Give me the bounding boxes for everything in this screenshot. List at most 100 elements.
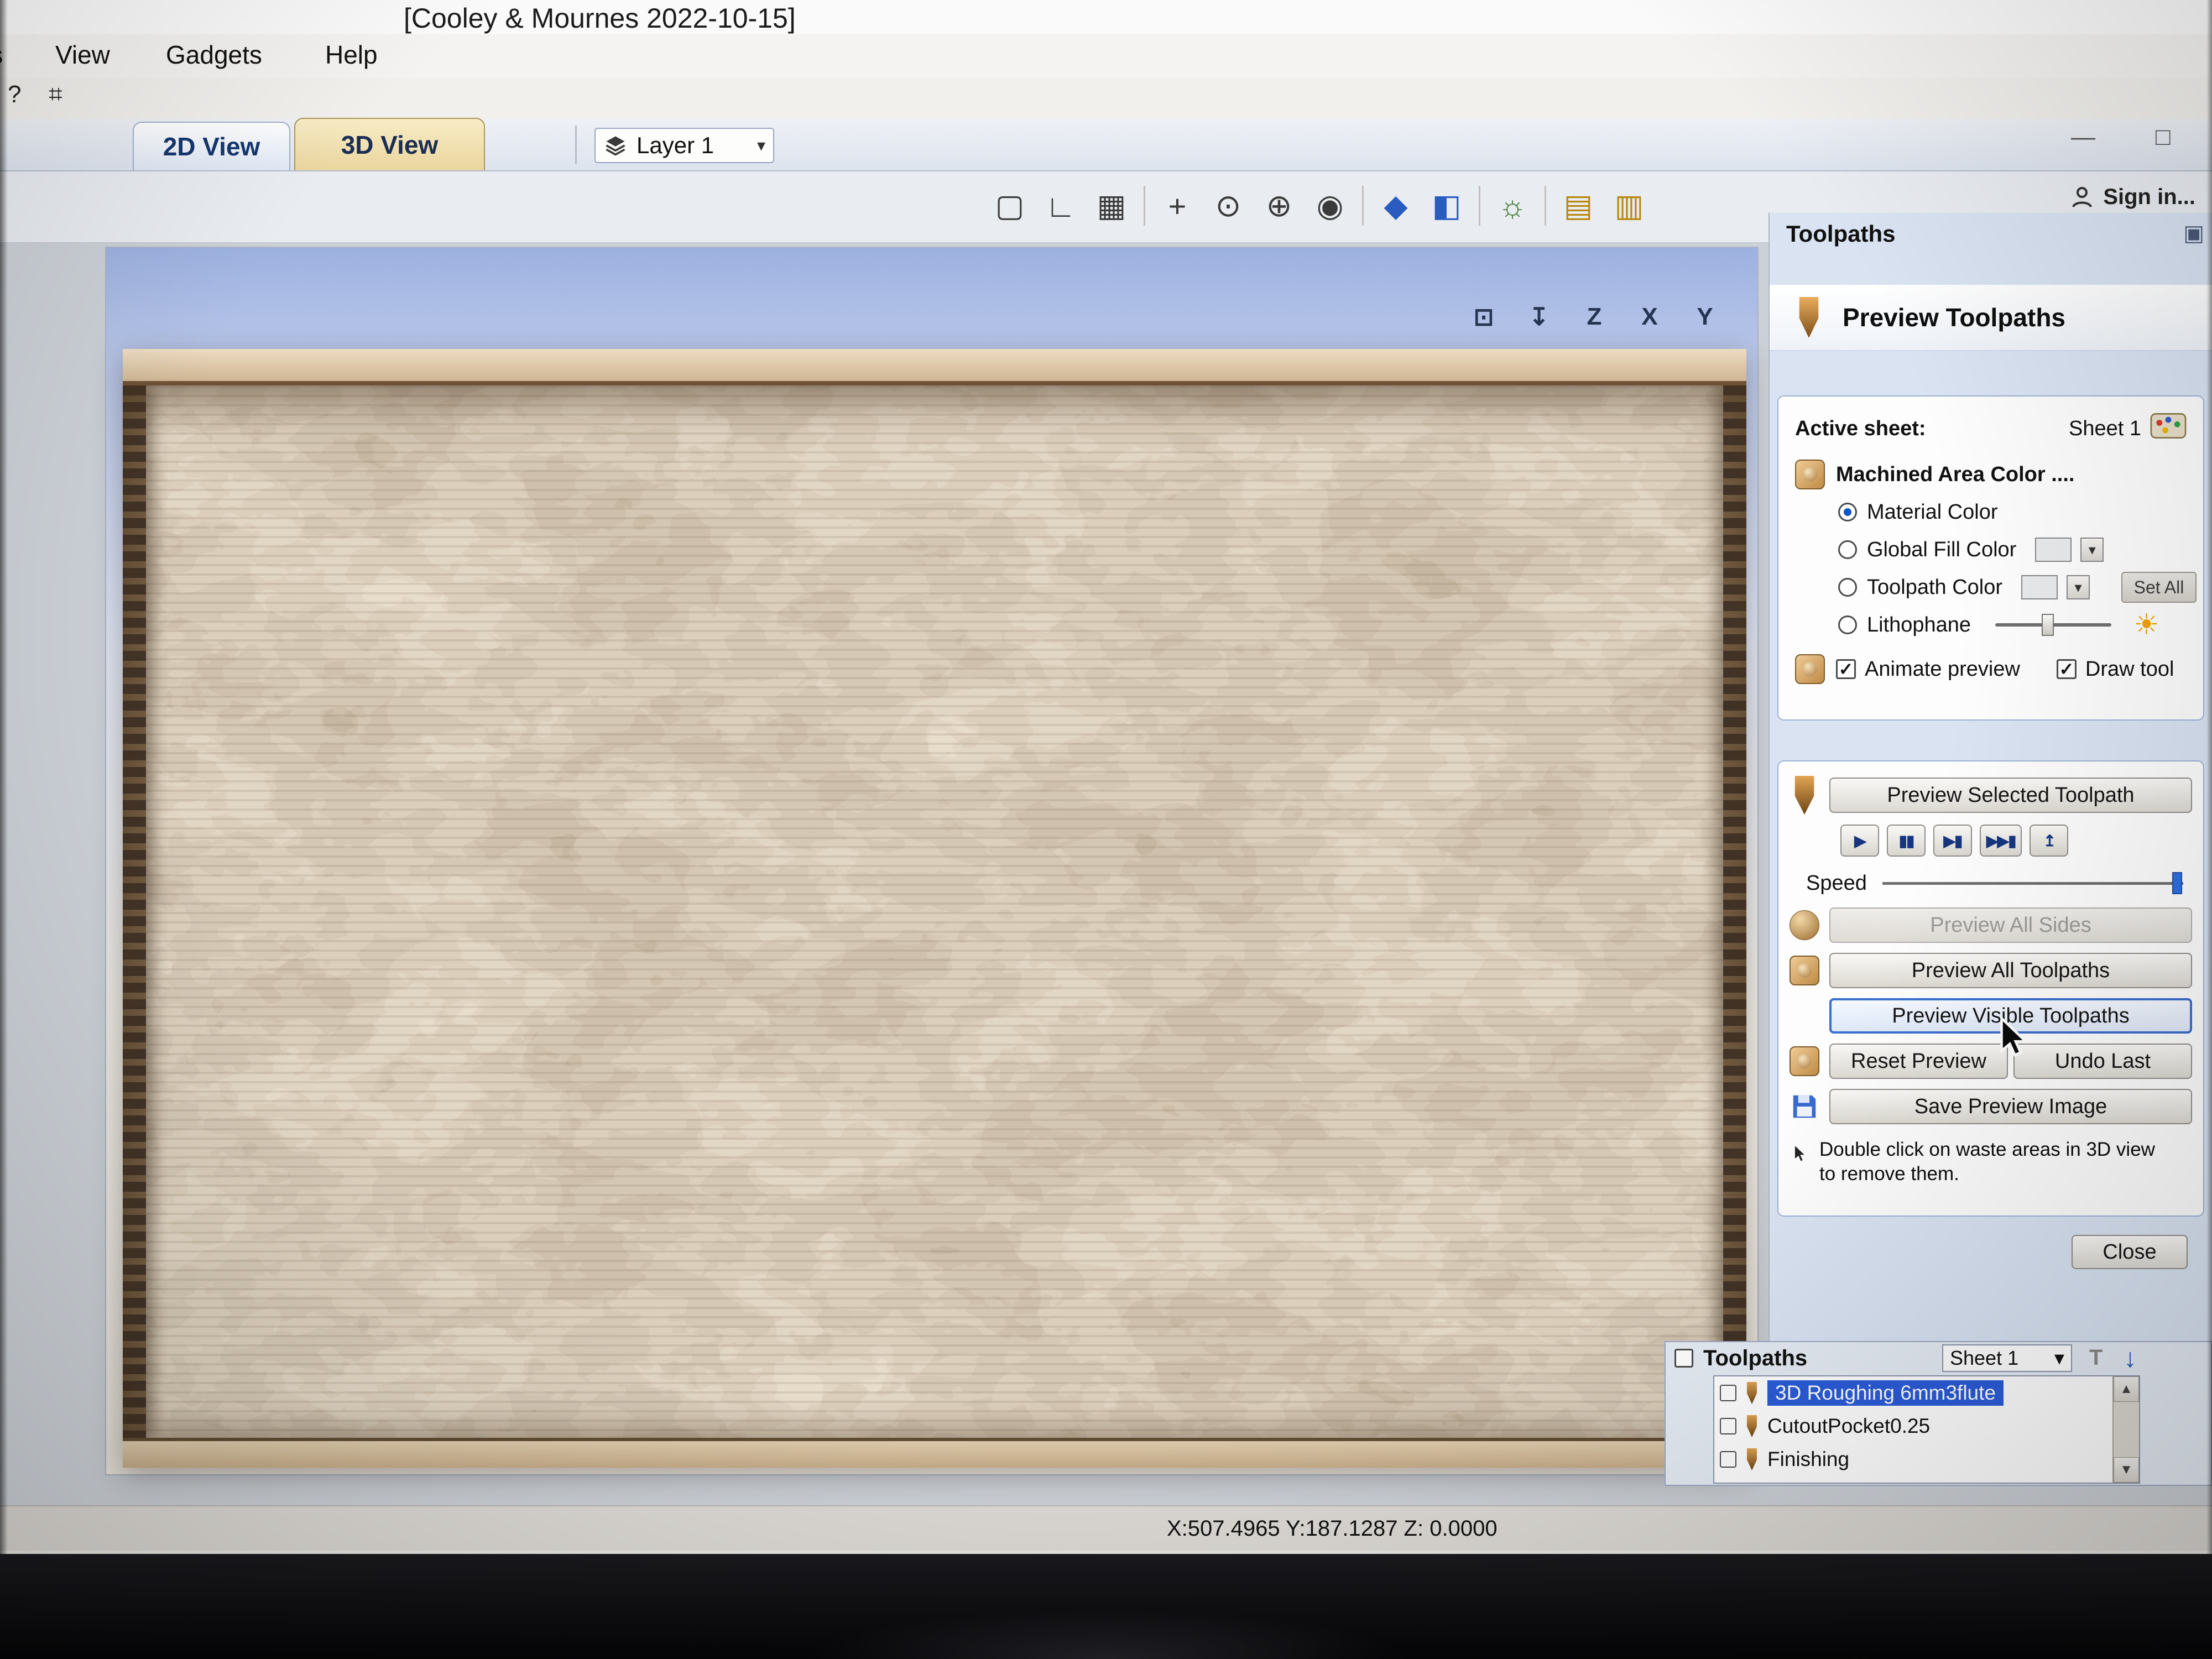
machined-material-preview[interactable] bbox=[123, 349, 1746, 1468]
save-preview-image-button[interactable]: Save Preview Image bbox=[1829, 1089, 2192, 1124]
sheet-dropdown-value: Sheet 1 bbox=[1950, 1347, 2019, 1369]
minimize-button[interactable]: — bbox=[2071, 123, 2095, 151]
play-button[interactable]: ▶ bbox=[1840, 825, 1879, 857]
monitor-bezel bbox=[0, 1554, 2212, 1659]
sheet-layers-icon[interactable]: ▤ bbox=[1553, 179, 1604, 232]
global-fill-color-radio[interactable] bbox=[1838, 540, 1857, 559]
menu-item-gadgets[interactable]: Gadgets bbox=[166, 40, 262, 70]
run-to-end-button[interactable]: ↥ bbox=[2030, 825, 2069, 857]
shading-mode-icon[interactable]: ◧ bbox=[1421, 179, 1472, 232]
material-color-radio[interactable] bbox=[1838, 503, 1857, 521]
toolpaths-panel: Toolpaths ▣ Preview Toolpaths Active she… bbox=[1768, 213, 2212, 1482]
menu-item-view[interactable]: View bbox=[55, 40, 110, 70]
toolpath-list-item[interactable]: Finishing bbox=[1714, 1443, 2139, 1476]
speed-slider-handle[interactable] bbox=[2172, 872, 2183, 894]
list-scrollbar[interactable]: ▲ ▼ bbox=[2112, 1376, 2139, 1483]
tab-3d-view[interactable]: 3D View bbox=[294, 118, 485, 170]
tab-2d-view[interactable]: 2D View bbox=[133, 122, 290, 170]
view-tab-row: 2D View 3D View Layer 1 ▾ — □ bbox=[0, 118, 2212, 171]
toolpath-item-label[interactable]: Finishing bbox=[1767, 1448, 1849, 1471]
rotate-view-icon[interactable]: ◆ bbox=[1370, 179, 1421, 232]
chevron-down-icon: ▾ bbox=[757, 136, 765, 155]
toolpath-checkbox[interactable] bbox=[1720, 1451, 1736, 1468]
mouse-cursor bbox=[2000, 1015, 2029, 1057]
lighting-icon[interactable]: ☼ bbox=[1487, 179, 1538, 232]
toolpath-tree-section: Toolpaths Sheet 1 ▾ T ↓ 3D Roughing 6mm3… bbox=[1665, 1341, 2212, 1486]
active-sheet-value[interactable]: Sheet 1 bbox=[2069, 417, 2141, 441]
draw-tool-checkbox[interactable] bbox=[2056, 659, 2077, 679]
global-fill-color-caret[interactable]: ▾ bbox=[2080, 538, 2104, 562]
y-axis-view-icon[interactable]: Y bbox=[1687, 298, 1723, 336]
speed-slider[interactable] bbox=[1882, 872, 2183, 894]
sub-toolbar: ? ⌗ bbox=[0, 77, 2212, 119]
scroll-up-icon[interactable]: ▲ bbox=[2114, 1376, 2139, 1402]
pan-view-icon[interactable]: + bbox=[1152, 179, 1203, 232]
lithophane-label: Lithophane bbox=[1867, 613, 1971, 637]
preview-selected-toolpath-button[interactable]: Preview Selected Toolpath bbox=[1829, 778, 2192, 813]
hint-line-1: Double click on waste areas in 3D view bbox=[1819, 1139, 2155, 1160]
lithophane-slider-handle[interactable] bbox=[2041, 614, 2054, 636]
z-axis-view-icon[interactable]: Z bbox=[1576, 298, 1613, 336]
move-down-icon[interactable]: ↓ bbox=[2124, 1343, 2137, 1374]
3d-view[interactable]: ⊡ ↧ Z X Y bbox=[105, 247, 1759, 1475]
toolpaths-master-checkbox[interactable] bbox=[1674, 1349, 1693, 1368]
speed-label: Speed bbox=[1806, 871, 1867, 895]
sign-in-button[interactable]: Sign in... bbox=[2069, 184, 2195, 210]
snap-settings-icon[interactable]: ∟ bbox=[1035, 179, 1086, 232]
animate-preview-label: Animate preview bbox=[1865, 657, 2020, 681]
animate-preview-checkbox[interactable] bbox=[1836, 659, 1856, 679]
all-toolpaths-icon bbox=[1790, 956, 1819, 985]
maximize-button[interactable]: □ bbox=[2156, 123, 2171, 151]
help-icon[interactable]: ? bbox=[8, 81, 21, 108]
close-button[interactable]: Close bbox=[2072, 1235, 2188, 1269]
zoom-in-icon[interactable]: ⊕ bbox=[1254, 179, 1305, 232]
reset-preview-button[interactable]: Reset Preview bbox=[1829, 1044, 2008, 1079]
zoom-window-icon[interactable]: ⊙ bbox=[1203, 179, 1254, 232]
toolpath-color-caret[interactable]: ▾ bbox=[2067, 575, 2090, 599]
scroll-down-icon[interactable]: ▼ bbox=[2114, 1457, 2139, 1483]
status-bar: X:507.4965 Y:187.1287 Z: 0.0000 bbox=[0, 1505, 2212, 1551]
toolpath-checkbox[interactable] bbox=[1720, 1385, 1736, 1401]
preview-all-toolpaths-button[interactable]: Preview All Toolpaths bbox=[1829, 953, 2192, 988]
menu-item-partial[interactable]: s bbox=[0, 40, 3, 70]
view-settings-icon[interactable]: ▥ bbox=[1604, 179, 1655, 232]
pause-button[interactable]: ▮▮ bbox=[1887, 825, 1926, 857]
toolpath-template-icon[interactable]: T bbox=[2089, 1345, 2103, 1370]
window-title: [Cooley & Mournes 2022-10-15] bbox=[404, 3, 796, 34]
monitor-screen: [Cooley & Mournes 2022-10-15] s View Gad… bbox=[0, 0, 2212, 1554]
layer-selector[interactable]: Layer 1 ▾ bbox=[594, 128, 774, 163]
save-floppy-icon bbox=[1790, 1092, 1819, 1121]
carved-relief-surface[interactable] bbox=[123, 385, 1746, 1438]
grid-toggle-icon[interactable]: ▦ bbox=[1086, 179, 1137, 232]
palette-icon[interactable] bbox=[2150, 411, 2187, 446]
toolpath-list-item[interactable]: 3D Roughing 6mm3flute bbox=[1714, 1376, 2139, 1410]
zoom-selected-icon[interactable]: ◉ bbox=[1305, 179, 1355, 232]
toolpath-checkbox[interactable] bbox=[1720, 1418, 1736, 1434]
toolpath-item-label[interactable]: CutoutPocket0.25 bbox=[1767, 1415, 1930, 1438]
toolpath-color-radio[interactable] bbox=[1838, 578, 1857, 597]
toolpath-list-item[interactable]: CutoutPocket0.25 bbox=[1714, 1410, 2139, 1443]
panel-options-icon[interactable]: ▣ bbox=[2183, 221, 2204, 246]
pin-icon[interactable]: ⌗ bbox=[49, 81, 62, 108]
undo-last-button[interactable]: Undo Last bbox=[2013, 1044, 2192, 1079]
fit-to-window-icon[interactable]: ▢ bbox=[984, 179, 1035, 232]
look-down-icon[interactable]: ↧ bbox=[1521, 298, 1557, 336]
preview-all-sides-button[interactable]: Preview All Sides bbox=[1829, 907, 2192, 943]
toolpath-color-swatch[interactable] bbox=[2021, 575, 2058, 599]
set-all-button[interactable]: Set All bbox=[2121, 572, 2197, 603]
active-sheet-label: Active sheet: bbox=[1795, 416, 1926, 440]
lithophane-slider[interactable] bbox=[1995, 614, 2112, 636]
waste-area-hint: Double click on waste areas in 3D view t… bbox=[1790, 1138, 2192, 1186]
fast-forward-button[interactable]: ▶▶▮ bbox=[1980, 825, 2022, 857]
sheet-dropdown[interactable]: Sheet 1 ▾ bbox=[1942, 1344, 2072, 1372]
draw-tool-label: Draw tool bbox=[2085, 657, 2174, 681]
x-axis-view-icon[interactable]: X bbox=[1631, 298, 1668, 336]
global-fill-color-swatch[interactable] bbox=[2035, 538, 2072, 562]
single-step-button[interactable]: ▶▮ bbox=[1933, 825, 1972, 857]
menu-item-help[interactable]: Help bbox=[325, 40, 378, 70]
iso-view-icon[interactable]: ⊡ bbox=[1465, 298, 1502, 336]
divider bbox=[1144, 186, 1145, 226]
lithophane-radio[interactable] bbox=[1838, 615, 1857, 634]
sign-in-label: Sign in... bbox=[2103, 184, 2195, 209]
toolpath-item-label[interactable]: 3D Roughing 6mm3flute bbox=[1767, 1380, 2004, 1406]
